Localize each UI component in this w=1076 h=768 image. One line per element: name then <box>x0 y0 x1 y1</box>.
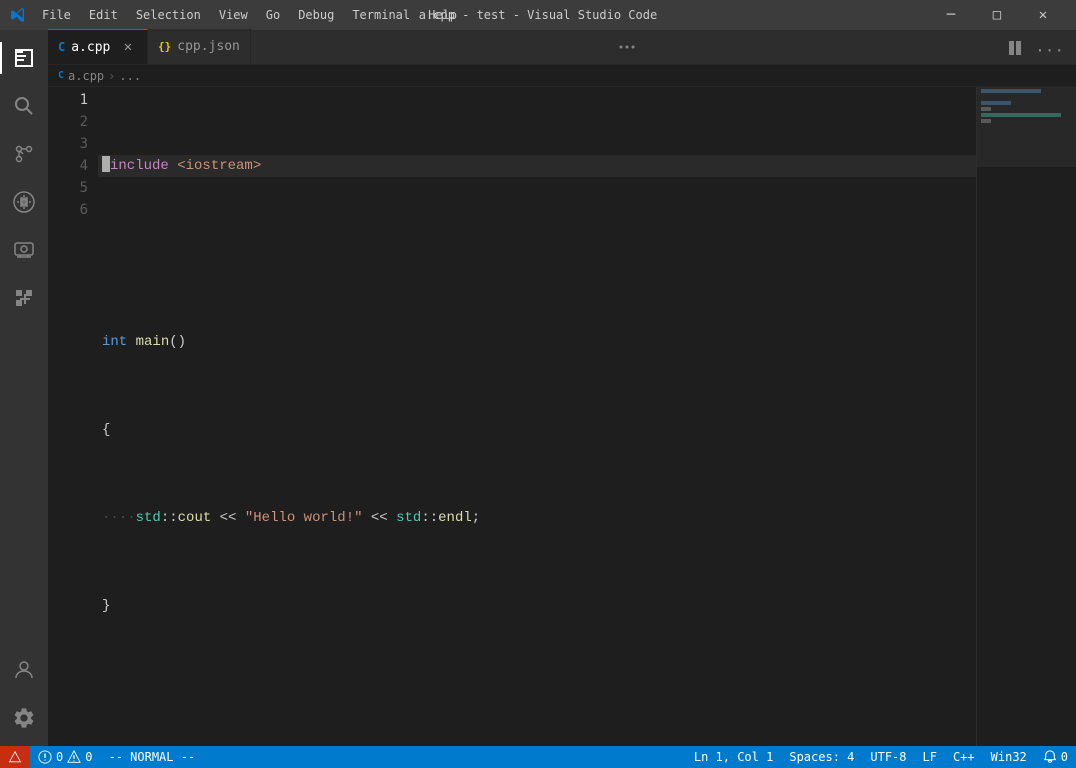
menu-file[interactable]: File <box>34 6 79 24</box>
breadcrumb-more[interactable]: ... <box>119 69 141 83</box>
encoding-text: UTF-8 <box>870 750 906 764</box>
vim-mode-text: -- NORMAL -- <box>108 750 195 764</box>
spaces-text: Spaces: 4 <box>789 750 854 764</box>
menu-debug[interactable]: Debug <box>290 6 342 24</box>
activity-run-debug[interactable] <box>0 178 48 226</box>
line-number-5: 5 <box>48 177 88 199</box>
window-controls: ─ □ ✕ <box>928 0 1066 30</box>
status-line-ending[interactable]: LF <box>915 746 945 768</box>
tab-label-a-cpp: a.cpp <box>71 40 110 55</box>
activity-remote[interactable] <box>0 226 48 274</box>
status-encoding[interactable]: UTF-8 <box>862 746 914 768</box>
status-platform[interactable]: Win32 <box>983 746 1035 768</box>
minimap-overlay <box>977 87 1076 167</box>
status-right: Ln 1, Col 1 Spaces: 4 UTF-8 LF C++ Win32… <box>686 746 1076 768</box>
tab-label-cpp-json: cpp.json <box>177 39 240 54</box>
titlebar-left: File Edit Selection View Go Debug Termin… <box>10 6 465 24</box>
line-number-6: 6 <box>48 199 88 221</box>
activity-bar-bottom <box>0 646 48 746</box>
activity-accounts[interactable] <box>0 646 48 694</box>
text-cursor <box>102 156 110 172</box>
line-number-2: 2 <box>48 111 88 133</box>
code-line-6: } <box>98 595 976 617</box>
tabs-bar: C a.cpp ✕ {} cpp.json ··· <box>48 30 1076 65</box>
tab-more-button[interactable] <box>609 29 645 64</box>
line-ending-text: LF <box>923 750 937 764</box>
activity-bar <box>0 30 48 746</box>
code-line-1: include <iostream> <box>98 155 976 177</box>
vscode-logo-icon <box>10 7 26 23</box>
more-actions-button[interactable]: ··· <box>1031 37 1068 64</box>
code-line-2 <box>98 243 976 265</box>
line-number-1: 1 <box>48 89 88 111</box>
tab-close-a-cpp[interactable]: ✕ <box>119 38 137 56</box>
titlebar: File Edit Selection View Go Debug Termin… <box>0 0 1076 30</box>
line-numbers: 1 2 3 4 5 6 <box>48 87 98 746</box>
code-line-4: { <box>98 419 976 441</box>
menu-go[interactable]: Go <box>258 6 288 24</box>
activity-explorer[interactable] <box>0 34 48 82</box>
menu-view[interactable]: View <box>211 6 256 24</box>
activity-extensions[interactable] <box>0 274 48 322</box>
code-line-5: ····std::cout << "Hello world!" << std::… <box>98 507 976 529</box>
activity-settings[interactable] <box>0 694 48 742</box>
status-remote[interactable] <box>0 746 30 768</box>
menu-edit[interactable]: Edit <box>81 6 126 24</box>
titlebar-menu: File Edit Selection View Go Debug Termin… <box>34 6 465 24</box>
breadcrumb: C a.cpp › ... <box>48 65 1076 87</box>
cursor-position: Ln 1, Col 1 <box>694 750 773 764</box>
breadcrumb-separator: › <box>108 69 115 83</box>
line-number-3: 3 <box>48 133 88 155</box>
status-errors[interactable]: 0 0 <box>30 746 100 768</box>
tab-icon-cpp: C <box>58 40 65 54</box>
status-spaces[interactable]: Spaces: 4 <box>781 746 862 768</box>
close-button[interactable]: ✕ <box>1020 0 1066 30</box>
status-warning-count: 0 <box>85 750 92 764</box>
window-title: a.cpp - test - Visual Studio Code <box>419 8 657 22</box>
language-text: C++ <box>953 750 975 764</box>
notification-count: 0 <box>1061 750 1068 764</box>
breadcrumb-file-icon: C <box>58 70 64 81</box>
maximize-button[interactable]: □ <box>974 0 1020 30</box>
minimize-button[interactable]: ─ <box>928 0 974 30</box>
breadcrumb-file[interactable]: a.cpp <box>68 69 104 83</box>
code-editor[interactable]: 1 2 3 4 5 6 include <iostream> int main(… <box>48 87 1076 746</box>
status-notifications[interactable]: 0 <box>1035 746 1076 768</box>
minimap <box>976 87 1076 746</box>
activity-search[interactable] <box>0 82 48 130</box>
editor-area: C a.cpp ✕ {} cpp.json ··· C a.cpp › <box>48 30 1076 746</box>
activity-source-control[interactable] <box>0 130 48 178</box>
line-number-4: 4 <box>48 155 88 177</box>
tab-icon-json: {} <box>158 40 171 53</box>
menu-terminal[interactable]: Terminal <box>344 6 418 24</box>
status-vim-mode[interactable]: -- NORMAL -- <box>100 746 203 768</box>
split-editor-button[interactable] <box>1003 36 1027 64</box>
status-error-count: 0 <box>56 750 63 764</box>
tab-cpp-json[interactable]: {} cpp.json <box>148 29 251 64</box>
status-position[interactable]: Ln 1, Col 1 <box>686 746 781 768</box>
main-layout: C a.cpp ✕ {} cpp.json ··· C a.cpp › <box>0 30 1076 746</box>
code-content[interactable]: include <iostream> int main() { ····std:… <box>98 87 976 746</box>
menu-selection[interactable]: Selection <box>128 6 209 24</box>
status-bar: 0 0 -- NORMAL -- Ln 1, Col 1 Spaces: 4 U… <box>0 746 1076 768</box>
code-line-3: int main() <box>98 331 976 353</box>
tab-a-cpp[interactable]: C a.cpp ✕ <box>48 29 148 64</box>
status-left: 0 0 -- NORMAL -- <box>0 746 203 768</box>
platform-text: Win32 <box>991 750 1027 764</box>
status-language[interactable]: C++ <box>945 746 983 768</box>
